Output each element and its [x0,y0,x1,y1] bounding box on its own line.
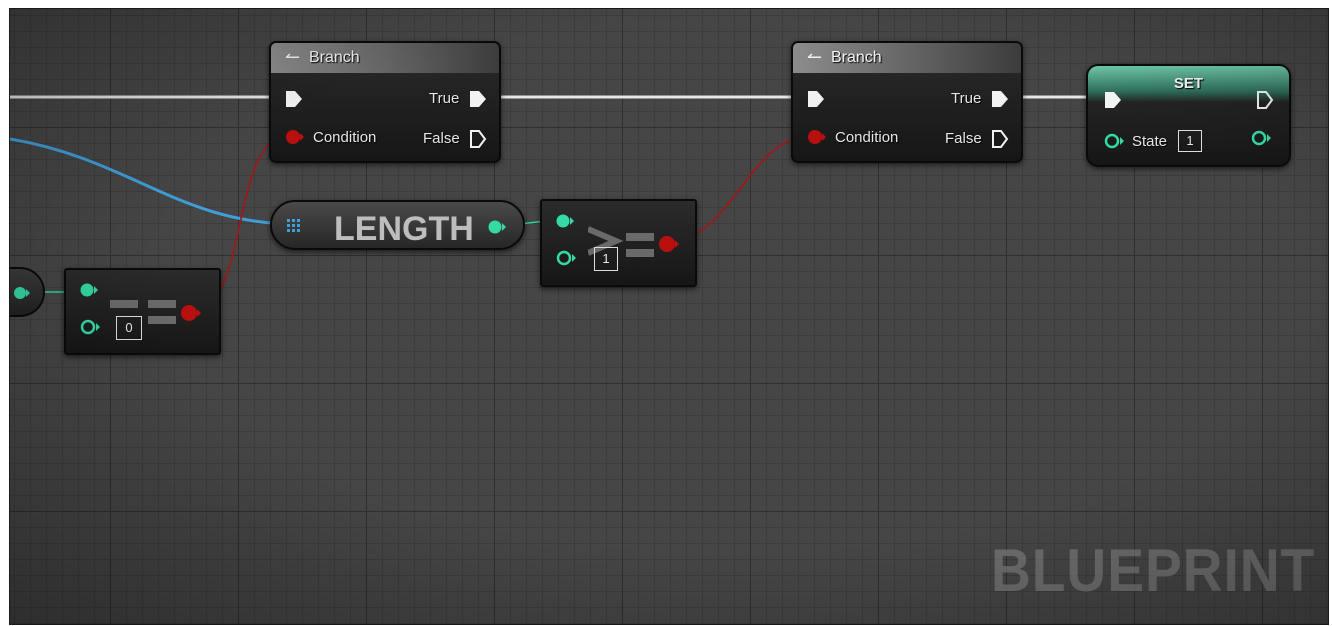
branch-icon: ↼ [285,47,301,67]
branch-node-1[interactable]: ↼ Branch True Condition False [269,41,501,163]
branch-node-2-header[interactable] [793,43,1021,73]
condition-pin[interactable] [807,129,827,145]
branch-icon: ↼ [807,47,823,67]
condition-pin-label: Condition [835,129,899,146]
bool-output-pin[interactable] [658,235,682,253]
exec-output-pin[interactable] [1256,90,1274,110]
length-node[interactable]: LENGTH [270,200,525,250]
greater-operand-field[interactable]: 1 [594,247,618,271]
int-input-a-pin[interactable] [556,213,576,229]
bool-output-pin[interactable] [180,304,204,322]
int-output-pin[interactable] [14,285,30,301]
array-input-pin[interactable] [287,219,301,233]
exec-input-pin[interactable] [285,89,303,109]
exec-input-pin[interactable] [807,89,825,109]
exec-false-pin[interactable] [991,129,1009,149]
int-input-b-pin[interactable] [80,319,102,335]
false-pin-label: False [423,130,460,147]
branch-node-1-title: Branch [309,49,360,66]
int-output-pin[interactable] [488,219,508,235]
set-node[interactable]: SET State 1 [1086,64,1291,167]
false-pin-label: False [945,130,982,147]
exec-true-pin[interactable] [469,89,487,109]
exec-input-pin[interactable] [1104,90,1122,110]
branch-node-2-title: Branch [831,49,882,66]
condition-pin[interactable] [285,129,305,145]
int-input-b-pin[interactable] [556,250,578,266]
equal-operand-field[interactable]: 0 [116,316,142,340]
equals-operator-icon [148,316,176,324]
greater-node[interactable]: 1 [540,199,697,287]
state-output-pin[interactable] [1250,130,1274,146]
true-pin-label: True [429,90,460,107]
int-input-a-pin[interactable] [80,282,100,298]
state-value-field[interactable]: 1 [1178,130,1202,152]
length-node-title: LENGTH [334,210,474,248]
exec-true-pin[interactable] [991,89,1009,109]
state-input-pin[interactable] [1104,133,1126,149]
equals-operator-icon [110,300,138,308]
true-pin-label: True [951,90,982,107]
equals-operator-icon [148,300,176,308]
blueprint-watermark: BLUEPRINT [991,537,1316,604]
blueprint-graph-canvas[interactable]: ↼ Branch True Condition False ↼ Branch T… [9,8,1329,625]
exec-false-pin[interactable] [469,129,487,149]
state-label: State [1132,133,1168,150]
branch-node-1-header[interactable] [271,43,499,73]
condition-pin-label: Condition [313,129,377,146]
equal-node[interactable]: 0 [64,268,221,355]
branch-node-2[interactable]: ↼ Branch True Condition False [791,41,1023,163]
array-wire [10,137,296,226]
